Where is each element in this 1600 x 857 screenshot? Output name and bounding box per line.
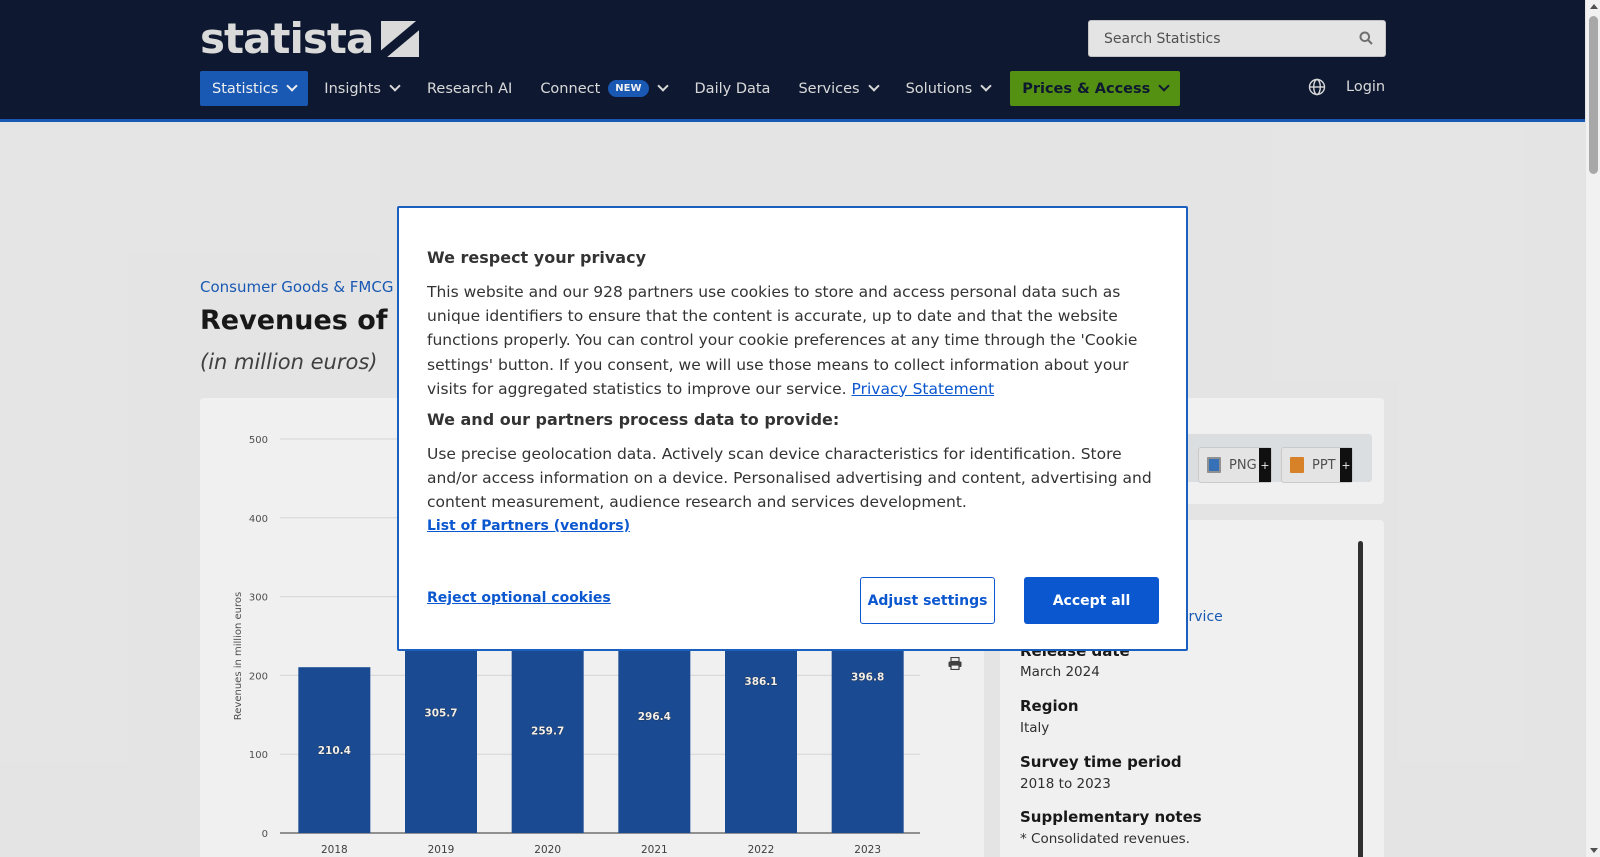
reject-cookies-link[interactable]: Reject optional cookies xyxy=(427,590,611,606)
accept-all-button[interactable]: Accept all xyxy=(1024,577,1159,624)
adjust-settings-button[interactable]: Adjust settings xyxy=(860,577,995,624)
scroll-thumb[interactable] xyxy=(1589,16,1598,174)
dialog-subtitle: We and our partners process data to prov… xyxy=(427,410,840,429)
scroll-up-arrow-icon[interactable] xyxy=(1590,4,1598,9)
dialog-purposes: Use precise geolocation data. Actively s… xyxy=(427,445,1152,512)
privacy-statement-link[interactable]: Privacy Statement xyxy=(852,380,995,398)
partners-list-link[interactable]: List of Partners (vendors) xyxy=(427,518,630,534)
cookie-consent-dialog: We respect your privacy This website and… xyxy=(397,206,1188,651)
dialog-body-text: This website and our 928 partners use co… xyxy=(427,283,1138,398)
dialog-title: We respect your privacy xyxy=(427,248,647,267)
page-scrollbar[interactable] xyxy=(1585,0,1600,857)
scroll-down-arrow-icon[interactable] xyxy=(1590,848,1598,853)
dialog-body: This website and our 928 partners use co… xyxy=(427,280,1155,401)
